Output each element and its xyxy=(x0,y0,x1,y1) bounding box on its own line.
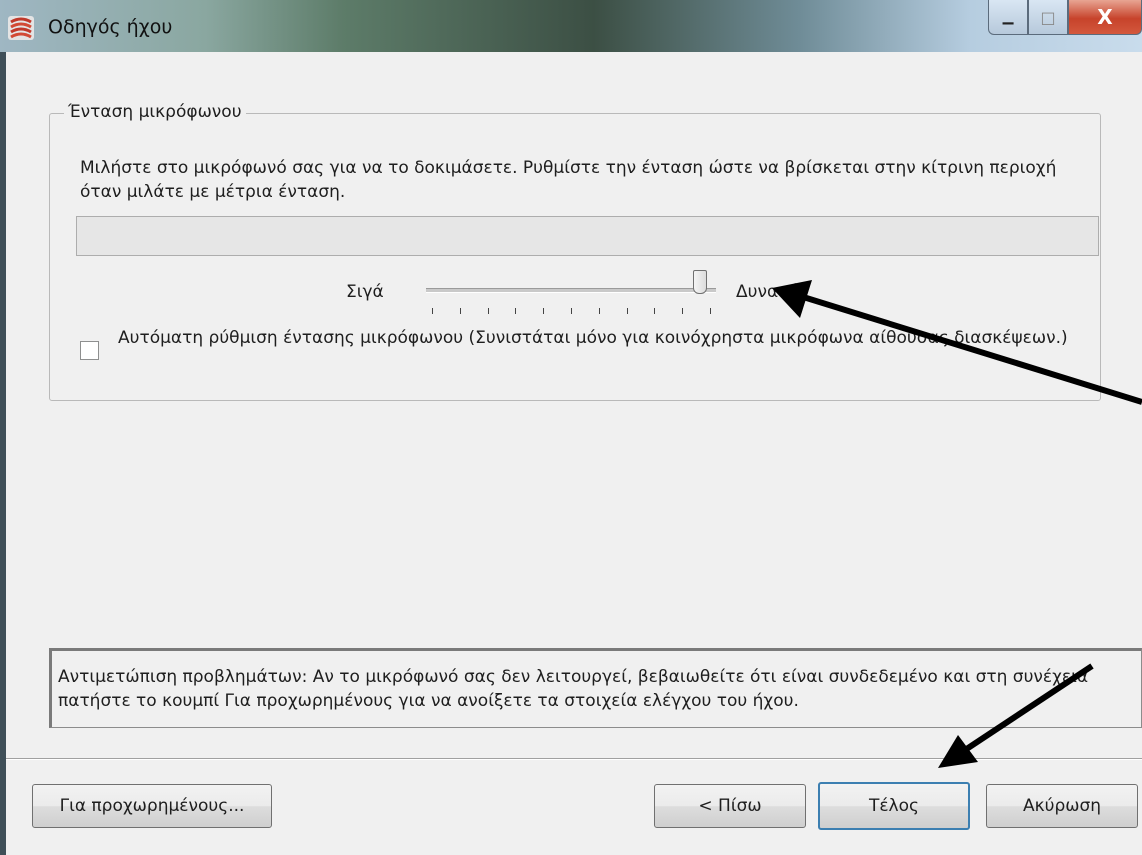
troubleshooting-box: Αντιμετώπιση προβλημάτων: Αν το μικρόφων… xyxy=(49,648,1142,728)
audio-wizard-window: Οδηγός ήχου ▁ □ X Ένταση μικρόφωνου Μιλή… xyxy=(0,0,1142,855)
slider-tick xyxy=(682,308,684,314)
slider-max-label: Δυνατά xyxy=(736,282,800,302)
cancel-button[interactable]: Ακύρωση xyxy=(986,784,1138,828)
dialog-client-area: Ένταση μικρόφωνου Μιλήστε στο μικρόφωνό … xyxy=(6,52,1142,855)
back-button[interactable]: < Πίσω xyxy=(654,784,806,828)
mic-instructions: Μιλήστε στο μικρόφωνό σας για να το δοκι… xyxy=(80,158,1057,202)
slider-tick xyxy=(487,308,489,314)
maximize-icon: □ xyxy=(1040,7,1056,27)
close-icon: X xyxy=(1097,5,1113,29)
slider-tick xyxy=(459,308,461,314)
maximize-button[interactable]: □ xyxy=(1028,0,1068,35)
mic-volume-group: Ένταση μικρόφωνου Μιλήστε στο μικρόφωνό … xyxy=(49,102,1101,401)
advanced-button[interactable]: Για προχωρημένους... xyxy=(32,784,272,828)
minimize-icon: ▁ xyxy=(1002,9,1014,25)
window-title: Οδηγός ήχου xyxy=(48,16,173,38)
mic-level-meter xyxy=(76,216,1099,256)
slider-tick xyxy=(515,308,517,314)
slider-min-label: Σιγά xyxy=(346,282,384,302)
close-button[interactable]: X xyxy=(1068,0,1142,35)
slider-thumb[interactable] xyxy=(692,270,707,294)
caption-buttons: ▁ □ X xyxy=(988,0,1142,35)
mic-volume-slider[interactable] xyxy=(426,288,716,293)
auto-adjust-checkbox[interactable] xyxy=(80,341,99,360)
slider-tick xyxy=(432,308,433,314)
minimize-button[interactable]: ▁ xyxy=(988,0,1028,35)
title-bar[interactable]: Οδηγός ήχου ▁ □ X xyxy=(0,0,1142,52)
finish-button[interactable]: Τέλος xyxy=(818,782,970,830)
slider-tick xyxy=(654,308,656,314)
slider-tick xyxy=(710,308,711,314)
app-icon xyxy=(8,16,34,40)
slider-tick xyxy=(598,308,600,314)
mic-volume-group-legend: Ένταση μικρόφωνου xyxy=(64,102,246,122)
slider-tick xyxy=(626,308,628,314)
slider-tick xyxy=(571,308,572,314)
auto-adjust-label[interactable]: Αυτόματη ρύθμιση έντασης μικρόφωνου (Συν… xyxy=(118,326,1078,350)
slider-tick xyxy=(543,308,545,314)
button-separator xyxy=(6,758,1142,760)
